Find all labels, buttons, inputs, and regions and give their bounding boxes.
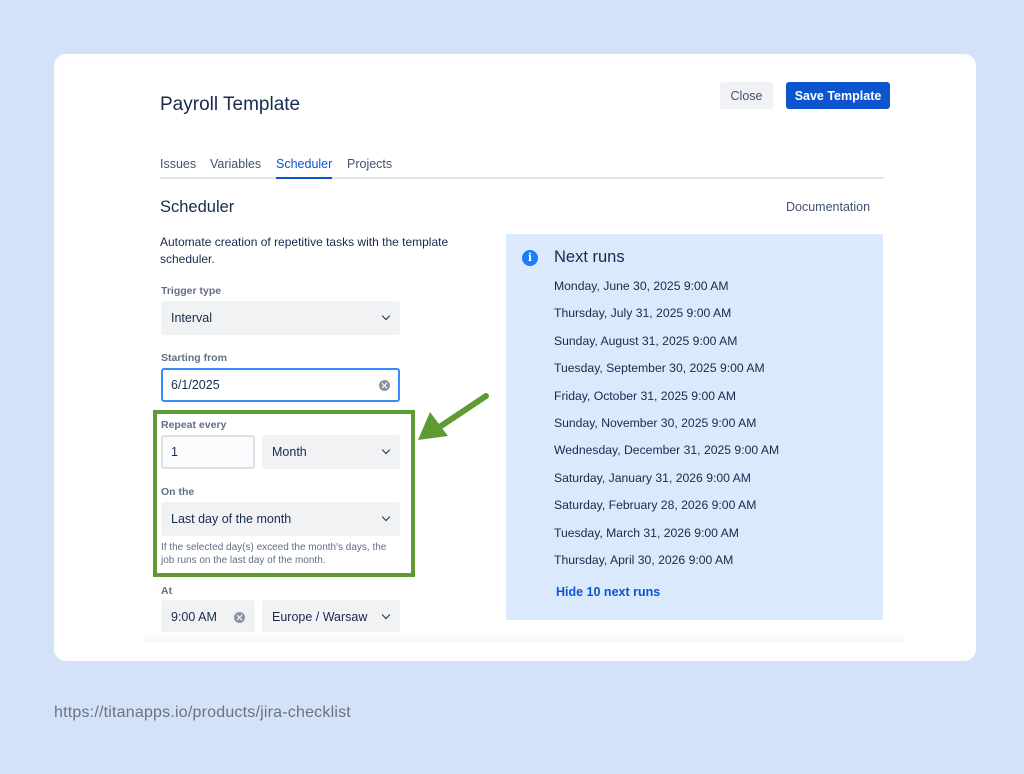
- section-title: Scheduler: [160, 198, 235, 216]
- chevron-down-icon: [382, 448, 390, 456]
- chevron-down-icon: [382, 515, 390, 523]
- scroll-fade: [144, 632, 904, 642]
- run-item: Wednesday, December 31, 2025 9:00 AM: [554, 443, 780, 458]
- scheduler-description: Automate creation of repetitive tasks wi…: [160, 235, 449, 266]
- run-item: Thursday, July 31, 2025 9:00 AM: [554, 306, 732, 321]
- repeat-count-value: 1: [171, 445, 178, 459]
- tab-issues[interactable]: Issues: [160, 157, 196, 171]
- helper-text: If the selected day(s) exceed the month'…: [161, 542, 387, 566]
- hide-next-runs-link[interactable]: Hide 10 next runs: [556, 585, 660, 599]
- page-title: Payroll Template: [160, 94, 301, 115]
- starting-from-input[interactable]: 6/1/2025: [161, 368, 400, 402]
- on-the-label: On the: [161, 486, 195, 498]
- run-item: Sunday, August 31, 2025 9:00 AM: [554, 333, 738, 348]
- trigger-type-select[interactable]: Interval: [161, 301, 400, 335]
- footer-url: https://titanapps.io/products/jira-check…: [54, 704, 351, 721]
- time-select[interactable]: 9:00 AM: [161, 600, 255, 634]
- run-item: Thursday, April 30, 2026 9:00 AM: [554, 552, 734, 567]
- repeat-every-label: Repeat every: [161, 419, 227, 431]
- next-runs-panel: i Next runs Monday, June 30, 2025 9:00 A…: [506, 234, 883, 620]
- run-item: Sunday, November 30, 2025 9:00 AM: [554, 415, 757, 430]
- next-runs-list: Monday, June 30, 2025 9:00 AM Thursday, …: [554, 279, 779, 580]
- timezone-select[interactable]: Europe / Warsaw: [262, 600, 400, 634]
- repeat-unit-value: Month: [272, 445, 307, 459]
- close-button[interactable]: Close: [720, 82, 773, 109]
- save-template-button[interactable]: Save Template: [786, 82, 890, 109]
- starting-from-label: Starting from: [161, 352, 227, 364]
- documentation-link[interactable]: Documentation: [786, 200, 870, 214]
- starting-from-value: 6/1/2025: [171, 378, 220, 392]
- run-item: Monday, June 30, 2025 9:00 AM: [554, 279, 729, 293]
- trigger-type-value: Interval: [171, 311, 212, 325]
- chevron-down-icon: [382, 613, 390, 621]
- run-item: Tuesday, March 31, 2026 9:00 AM: [554, 525, 739, 540]
- run-item: Tuesday, September 30, 2025 9:00 AM: [554, 361, 765, 376]
- clear-icon[interactable]: [379, 379, 390, 391]
- on-the-select[interactable]: Last day of the month: [161, 502, 400, 536]
- time-value: 9:00 AM: [171, 610, 217, 624]
- clear-icon[interactable]: [234, 611, 245, 623]
- at-label: At: [161, 585, 173, 597]
- repeat-count-input[interactable]: 1: [161, 435, 255, 469]
- repeat-unit-select[interactable]: Month: [262, 435, 400, 469]
- timezone-value: Europe / Warsaw: [272, 610, 368, 624]
- run-item: Saturday, January 31, 2026 9:00 AM: [554, 470, 751, 485]
- arrow-icon: [418, 393, 489, 440]
- tab-scheduler[interactable]: Scheduler: [276, 157, 333, 179]
- tab-bar: Issues Variables Scheduler Projects: [160, 150, 884, 179]
- next-runs-title: Next runs: [554, 248, 625, 266]
- run-item: Friday, October 31, 2025 9:00 AM: [554, 388, 737, 403]
- chevron-down-icon: [382, 314, 390, 322]
- run-item: Saturday, February 28, 2026 9:00 AM: [554, 498, 757, 513]
- on-the-value: Last day of the month: [171, 512, 292, 526]
- info-icon: i: [522, 250, 538, 266]
- trigger-type-label: Trigger type: [161, 285, 222, 297]
- tab-projects[interactable]: Projects: [347, 157, 392, 171]
- template-editor-card: Payroll Template Close Save Template Iss…: [54, 54, 976, 661]
- tab-variables[interactable]: Variables: [210, 157, 261, 171]
